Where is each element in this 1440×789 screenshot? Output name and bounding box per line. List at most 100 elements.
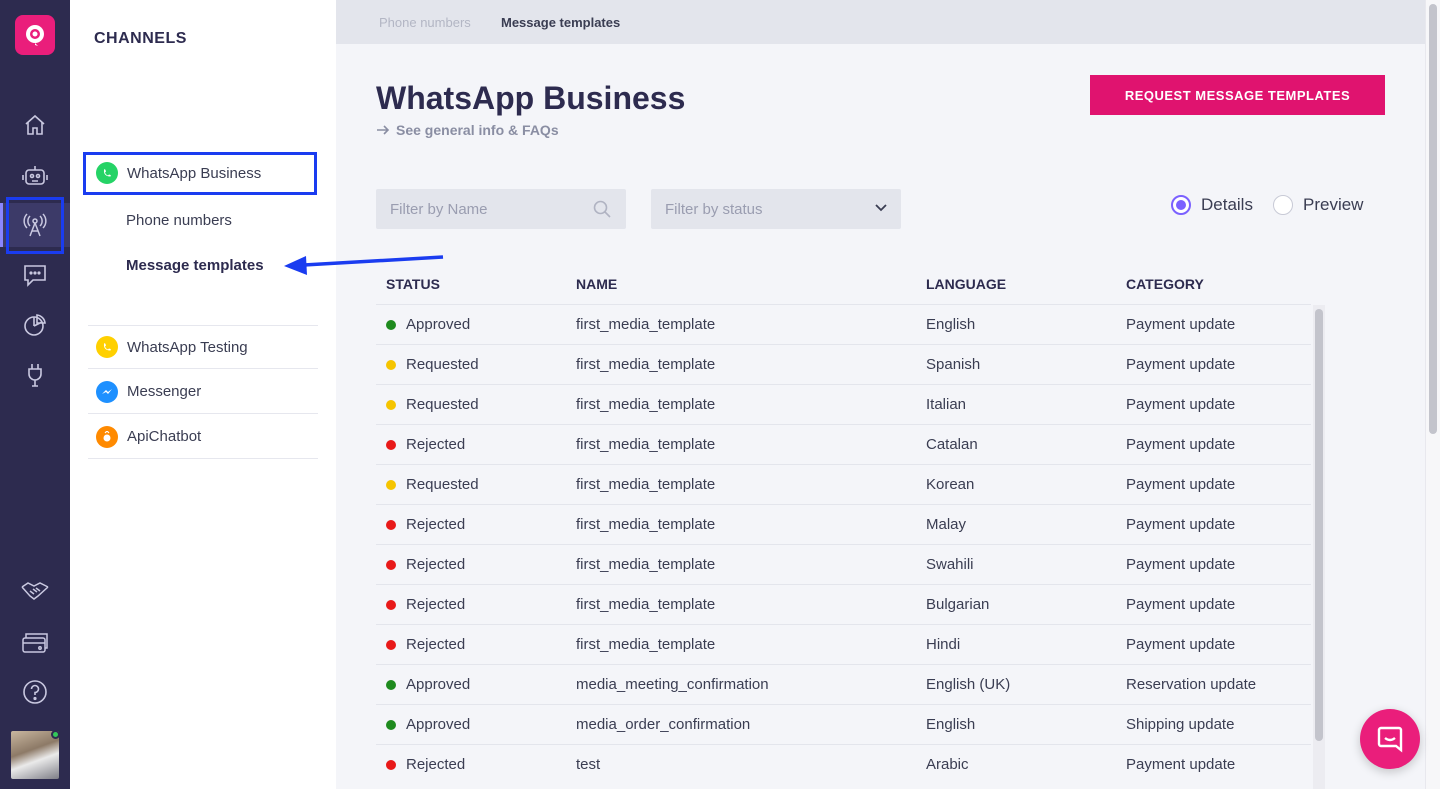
category-cell: Payment update <box>1126 516 1236 533</box>
filter-name-input[interactable] <box>390 200 580 218</box>
apichatbot-icon <box>96 425 118 448</box>
table-scrollbar[interactable] <box>1313 305 1325 789</box>
name-cell: first_media_template <box>576 596 716 613</box>
templates-table: Approved first_media_template English Payme… <box>376 304 1311 784</box>
channel-apichatbot[interactable]: ApiChatbot <box>88 415 318 459</box>
language-cell: Italian <box>926 396 967 413</box>
category-cell: Payment update <box>1126 436 1236 453</box>
name-cell: first_media_template <box>576 476 716 493</box>
avatar[interactable] <box>11 731 59 779</box>
breadcrumb: Phone numbers Message templates <box>336 0 1425 44</box>
channels-heading: CHANNELS <box>94 30 187 47</box>
status-dot <box>386 359 396 370</box>
name-cell: first_media_template <box>576 356 716 373</box>
radio-selected-icon[interactable] <box>1171 195 1191 215</box>
status-dot <box>386 519 396 530</box>
status-cell: Requested <box>386 356 479 373</box>
chat-launcher-button[interactable] <box>1360 709 1420 769</box>
table-row[interactable]: Rejected test Arabic Payment update <box>376 744 1311 784</box>
view-details-option[interactable]: Details <box>1171 195 1253 215</box>
category-cell: Payment update <box>1126 596 1236 613</box>
language-cell: Korean <box>926 476 975 493</box>
status-cell: Rejected <box>386 516 465 533</box>
channel-label: Messenger <box>127 383 202 400</box>
status-label: Rejected <box>406 516 466 533</box>
status-label: Requested <box>406 356 479 373</box>
status-dot <box>386 479 396 490</box>
status-label: Requested <box>406 396 479 413</box>
app-logo[interactable] <box>15 15 55 55</box>
table-row[interactable]: Rejected first_media_template Malay Payment… <box>376 504 1311 544</box>
handshake-icon[interactable] <box>0 569 70 613</box>
chat-icon[interactable] <box>0 253 70 297</box>
view-preview-label: Preview <box>1303 195 1364 214</box>
table-row[interactable]: Requested first_media_template Spanish Paym… <box>376 344 1311 384</box>
table-row[interactable]: Requested first_media_template Korean Payme… <box>376 464 1311 504</box>
sub-item-phone-numbers[interactable]: Phone numbers <box>126 212 232 229</box>
search-icon <box>593 200 611 218</box>
filter-by-name[interactable] <box>376 189 626 229</box>
table-row[interactable]: Approved media_meeting_confirmation Englis… <box>376 664 1311 704</box>
status-dot <box>386 599 396 610</box>
bot-icon[interactable] <box>0 153 70 197</box>
view-preview-option[interactable]: Preview <box>1273 195 1363 215</box>
status-cell: Rejected <box>386 756 465 773</box>
language-cell: English <box>926 716 976 733</box>
icon-rail <box>0 0 70 789</box>
header-name: NAME <box>576 276 618 292</box>
status-label: Approved <box>406 676 471 693</box>
name-cell: first_media_template <box>576 556 716 573</box>
breadcrumb-phone-numbers[interactable]: Phone numbers <box>379 15 471 30</box>
breadcrumb-message-templates: Message templates <box>501 15 621 30</box>
status-cell: Rejected <box>386 556 465 573</box>
table-row[interactable]: Rejected first_media_template Catalan Payme… <box>376 424 1311 464</box>
channel-whatsapp-testing[interactable]: WhatsApp Testing <box>88 325 318 369</box>
status-label: Rejected <box>406 436 466 453</box>
table-row[interactable]: Rejected first_media_template Hindi Payment… <box>376 624 1311 664</box>
name-cell: first_media_template <box>576 316 716 333</box>
language-cell: Hindi <box>926 636 961 653</box>
request-message-templates-button[interactable]: REQUEST MESSAGE TEMPLATES <box>1090 75 1385 115</box>
category-cell: Payment update <box>1126 556 1236 573</box>
analytics-icon[interactable] <box>0 303 70 347</box>
category-cell: Payment update <box>1126 356 1236 373</box>
filter-by-status[interactable]: Filter by status <box>651 189 901 229</box>
language-cell: English (UK) <box>926 676 1011 693</box>
page-scrollbar-thumb[interactable] <box>1429 4 1437 434</box>
status-label: Rejected <box>406 756 466 773</box>
table-row[interactable]: Requested first_media_template Italian Paym… <box>376 384 1311 424</box>
table-header: STATUS NAME LANGUAGE CATEGORY <box>376 264 1311 304</box>
table-row[interactable]: Approved first_media_template English Payme… <box>376 304 1311 344</box>
plug-icon[interactable] <box>0 353 70 397</box>
online-status-dot <box>51 731 59 739</box>
table-row[interactable]: Approved media_order_confirmation English S… <box>376 704 1311 744</box>
radio-unselected-icon[interactable] <box>1273 195 1293 215</box>
header-category: CATEGORY <box>1126 276 1204 292</box>
home-icon[interactable] <box>0 103 70 147</box>
name-cell: first_media_template <box>576 516 716 533</box>
status-dot <box>386 399 396 410</box>
category-cell: Payment update <box>1126 636 1236 653</box>
sub-item-message-templates[interactable]: Message templates <box>126 257 264 274</box>
help-icon[interactable] <box>0 670 70 714</box>
chat-bubble-icon <box>1377 726 1403 753</box>
status-dot <box>386 639 396 650</box>
status-cell: Approved <box>386 676 470 693</box>
status-cell: Rejected <box>386 636 465 653</box>
billing-icon[interactable] <box>0 620 70 664</box>
highlight-box-channel <box>83 152 317 195</box>
status-cell: Approved <box>386 316 470 333</box>
page-scrollbar[interactable] <box>1425 0 1440 789</box>
status-dot <box>386 559 396 570</box>
whatsapp-testing-icon <box>96 336 118 358</box>
channel-label: WhatsApp Testing <box>127 338 248 356</box>
status-dot <box>386 439 396 450</box>
table-scrollbar-thumb[interactable] <box>1315 309 1323 741</box>
table-row[interactable]: Rejected first_media_template Swahili Payme… <box>376 544 1311 584</box>
faq-link[interactable]: See general info & FAQs <box>376 122 559 138</box>
language-cell: Catalan <box>926 436 978 453</box>
table-row[interactable]: Rejected first_media_template Bulgarian Pay… <box>376 584 1311 624</box>
channel-messenger[interactable]: Messenger <box>88 370 318 414</box>
language-cell: English <box>926 316 976 333</box>
chevron-down-icon <box>875 204 887 212</box>
